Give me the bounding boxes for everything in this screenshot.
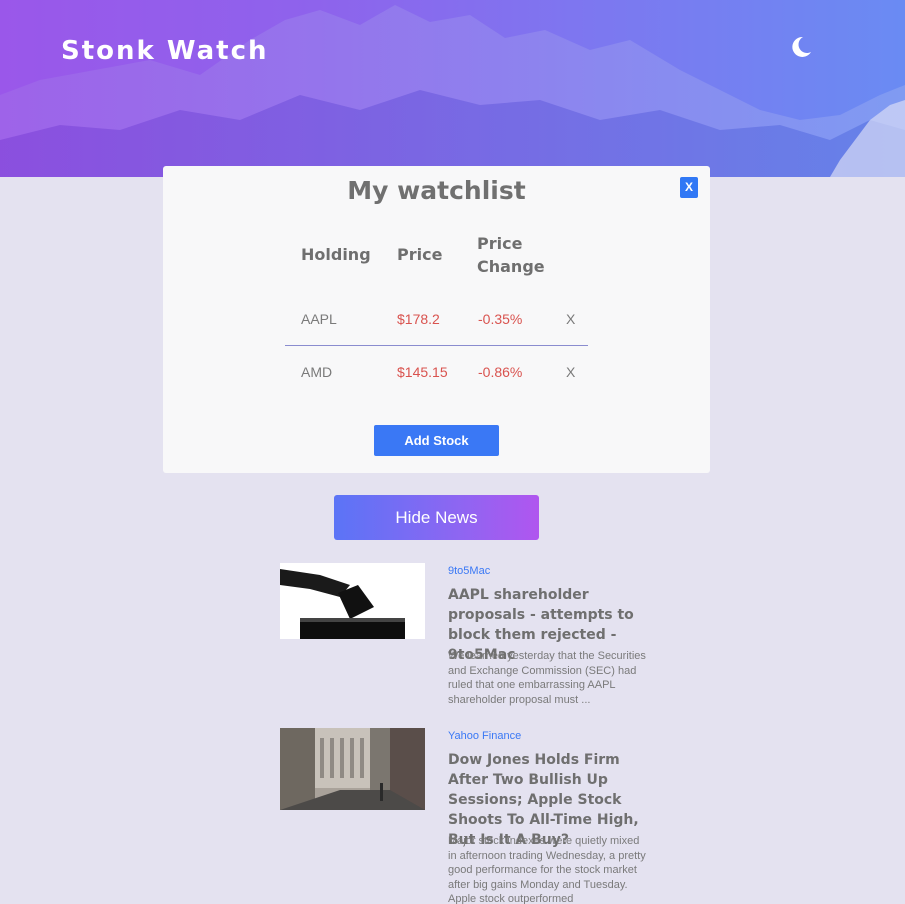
ballot-box-image	[280, 563, 425, 639]
holding-cell: AAPL	[301, 311, 337, 327]
remove-stock-button[interactable]: X	[566, 311, 575, 327]
moon-icon[interactable]	[788, 34, 814, 60]
remove-stock-button[interactable]: X	[566, 364, 575, 380]
news-source[interactable]: Yahoo Finance	[448, 730, 521, 742]
news-source[interactable]: 9to5Mac	[448, 565, 490, 577]
app-title: Stonk Watch	[61, 36, 269, 66]
hide-news-button[interactable]: Hide News	[334, 495, 539, 540]
price-change-cell: -0.86%	[478, 364, 523, 380]
page: Stonk Watch My watchlist X Holding Price…	[0, 0, 905, 904]
mountain-backdrop	[0, 5, 905, 177]
column-header-holding: Holding	[301, 245, 371, 264]
column-header-price: Price	[397, 245, 443, 264]
watchlist-card: My watchlist X Holding Price Price Chang…	[163, 166, 710, 473]
header-banner: Stonk Watch	[0, 0, 905, 177]
news-thumbnail[interactable]	[280, 563, 425, 639]
news-summary: Major stock indexes were quietly mixed i…	[448, 835, 646, 904]
row-divider	[285, 345, 588, 346]
price-cell: $178.2	[397, 311, 440, 327]
column-header-price-change-line1: Price	[477, 234, 523, 253]
price-cell: $145.15	[397, 364, 448, 380]
holding-cell: AMD	[301, 364, 333, 380]
add-stock-button[interactable]: Add Stock	[374, 425, 499, 456]
watchlist-title: My watchlist	[347, 176, 526, 205]
column-header-price-change-line2: Change	[477, 257, 545, 276]
news-summary: We learned yesterday that the Securities…	[448, 650, 646, 706]
price-change-cell: -0.35%	[478, 311, 523, 327]
news-thumbnail[interactable]	[280, 728, 425, 810]
wall-street-image	[280, 728, 425, 810]
close-watchlist-button[interactable]: X	[680, 177, 698, 198]
